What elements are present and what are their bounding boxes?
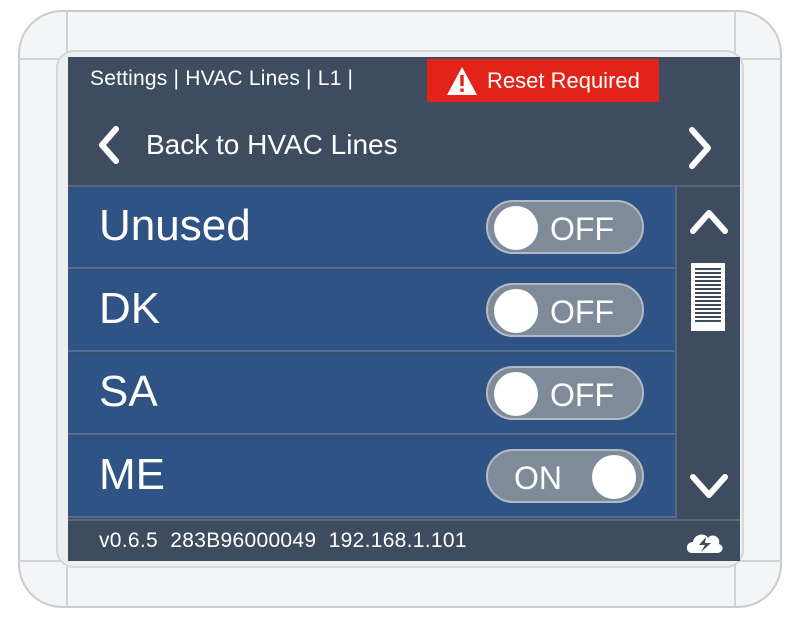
toggle-knob <box>494 206 538 250</box>
toggle-switch[interactable]: OFF <box>486 366 644 420</box>
line-label: ME <box>99 450 165 499</box>
list-item: ME ON <box>68 436 675 518</box>
list-item: SA OFF <box>68 353 675 435</box>
ip-address: 192.168.1.101 <box>328 529 467 552</box>
toggle-switch[interactable]: OFF <box>486 200 644 254</box>
scrollbar <box>675 187 740 519</box>
list-item: Unused OFF <box>68 187 675 269</box>
toggle-state: OFF <box>550 211 614 247</box>
back-label: Back to HVAC Lines <box>146 129 398 160</box>
device-screen: Settings | HVAC Lines | L1 | Reset Requi… <box>68 57 740 561</box>
bezel-seam <box>734 560 736 608</box>
brand-logo-icon <box>686 534 723 553</box>
nav-row: Back to HVAC Lines <box>68 105 740 185</box>
toggle-switch[interactable]: ON <box>486 449 644 503</box>
status-footer: v0.6.5 283B96000049 192.168.1.101 <box>68 519 740 561</box>
breadcrumb: Settings | HVAC Lines | L1 | <box>90 67 354 90</box>
device-info: v0.6.5 283B96000049 192.168.1.101 <box>99 529 467 553</box>
list-item: DK OFF <box>68 270 675 352</box>
hvac-line-list: Unused OFF DK OFF SA OFF ME ON <box>68 187 675 519</box>
chevron-up-icon[interactable] <box>687 201 731 241</box>
back-button[interactable]: Back to HVAC Lines <box>94 123 398 167</box>
chevron-down-icon[interactable] <box>687 467 731 507</box>
warning-triangle-icon <box>447 66 477 95</box>
scroll-thumb[interactable] <box>691 263 725 331</box>
line-label: DK <box>99 284 161 333</box>
toggle-state: ON <box>514 460 562 496</box>
toggle-state: OFF <box>550 377 614 413</box>
top-bar: Settings | HVAC Lines | L1 | Reset Requi… <box>68 57 740 102</box>
toggle-knob <box>592 455 636 499</box>
reset-required-alert[interactable]: Reset Required <box>427 59 659 102</box>
toggle-knob <box>494 372 538 416</box>
alert-label: Reset Required <box>487 67 640 93</box>
serial-number: 283B96000049 <box>170 529 317 552</box>
firmware-version: v0.6.5 <box>99 529 159 552</box>
line-label: SA <box>99 367 158 416</box>
toggle-switch[interactable]: OFF <box>486 283 644 337</box>
chevron-left-icon <box>99 126 119 164</box>
bezel-seam <box>734 10 736 58</box>
toggle-knob <box>494 289 538 333</box>
toggle-state: OFF <box>550 294 614 330</box>
line-label: Unused <box>99 201 251 250</box>
chevron-right-icon[interactable] <box>680 125 720 171</box>
